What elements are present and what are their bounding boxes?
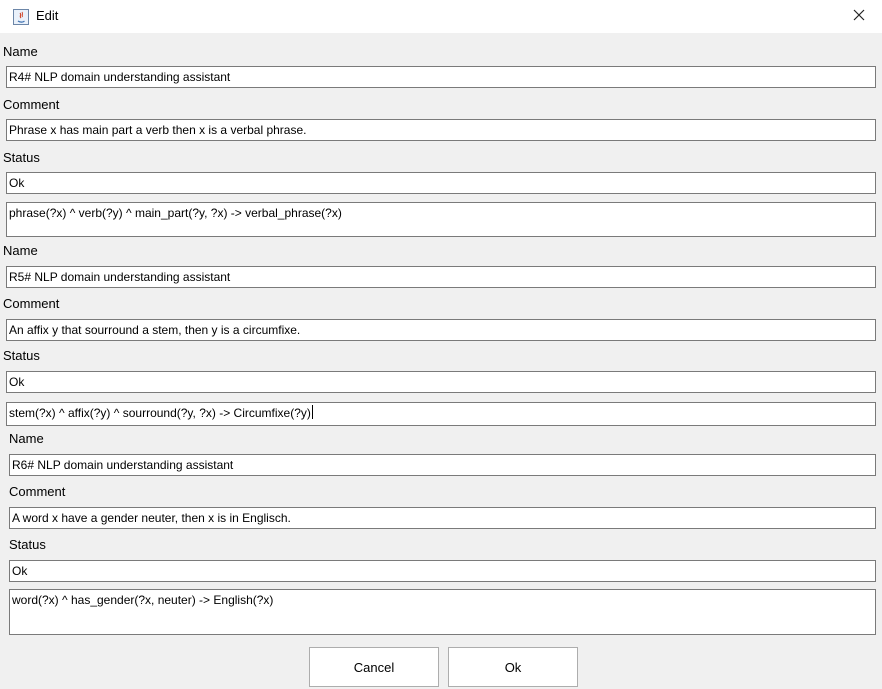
dialog-content: Name R4# NLP domain understanding assist…: [0, 33, 882, 689]
window-title: Edit: [36, 8, 59, 23]
title-bar: Edit: [0, 0, 882, 33]
close-button[interactable]: [836, 0, 882, 33]
rule-expression-field[interactable]: word(?x) ^ has_gender(?x, neuter) -> Eng…: [9, 589, 876, 635]
status-field[interactable]: Ok: [9, 560, 876, 582]
status-field[interactable]: Ok: [6, 371, 876, 393]
name-label: Name: [3, 243, 38, 258]
close-icon: [853, 9, 865, 24]
text-caret: [311, 405, 313, 419]
comment-field[interactable]: Phrase x has main part a verb then x is …: [6, 119, 876, 141]
status-field[interactable]: Ok: [6, 172, 876, 194]
name-label: Name: [9, 431, 44, 446]
cancel-button[interactable]: Cancel: [309, 647, 439, 687]
rule-expression-text: stem(?x) ^ affix(?y) ^ sourround(?y, ?x)…: [9, 406, 311, 420]
name-field[interactable]: R5# NLP domain understanding assistant: [6, 266, 876, 288]
status-label: Status: [9, 537, 46, 552]
rule-expression-field[interactable]: stem(?x) ^ affix(?y) ^ sourround(?y, ?x)…: [6, 402, 876, 426]
java-app-icon: [13, 9, 29, 25]
name-field[interactable]: R6# NLP domain understanding assistant: [9, 454, 876, 476]
comment-field[interactable]: An affix y that sourround a stem, then y…: [6, 319, 876, 341]
ok-button[interactable]: Ok: [448, 647, 578, 687]
name-field[interactable]: R4# NLP domain understanding assistant: [6, 66, 876, 88]
comment-label: Comment: [3, 296, 60, 311]
name-label: Name: [3, 44, 38, 59]
rule-expression-field[interactable]: phrase(?x) ^ verb(?y) ^ main_part(?y, ?x…: [6, 202, 876, 237]
comment-label: Comment: [9, 484, 66, 499]
comment-field[interactable]: A word x have a gender neuter, then x is…: [9, 507, 876, 529]
status-label: Status: [3, 150, 40, 165]
status-label: Status: [3, 348, 40, 363]
comment-label: Comment: [3, 97, 60, 112]
